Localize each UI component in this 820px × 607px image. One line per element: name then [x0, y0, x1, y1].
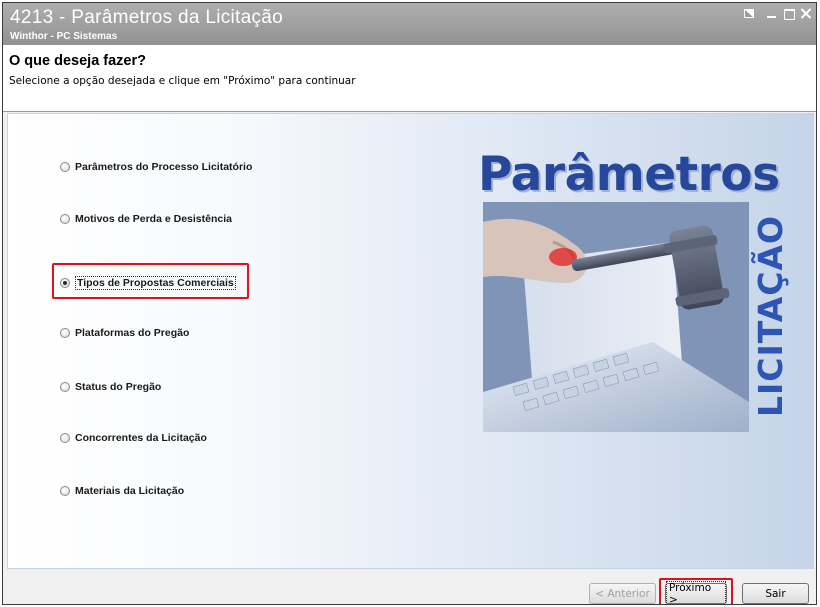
options-panel: Parâmetros do Processo Licitatório Motiv…	[7, 113, 814, 569]
page-title: O que deseja fazer?	[9, 53, 146, 69]
title-bar: 4213 - Parâmetros da Licitação Winthor -…	[3, 3, 816, 45]
radio-button[interactable]	[60, 328, 70, 338]
option-status-pregao[interactable]: Status do Pregão	[60, 378, 161, 396]
gavel-keyboard-image	[483, 202, 749, 432]
close-icon[interactable]	[798, 7, 814, 21]
window-title: 4213 - Parâmetros da Licitação	[10, 7, 284, 28]
next-button-label: Próximo >	[666, 580, 726, 604]
option-label: Parâmetros do Processo Licitatório	[75, 161, 253, 173]
wizard-header: O que deseja fazer? Selecione a opção de…	[3, 45, 816, 112]
option-label: Motivos de Perda e Desistência	[75, 213, 232, 225]
option-parametros-processo[interactable]: Parâmetros do Processo Licitatório	[60, 158, 252, 176]
restore-window-icon[interactable]	[742, 7, 758, 21]
option-tipos-propostas[interactable]: Tipos de Propostas Comerciais	[60, 274, 236, 292]
banner-vertical-text: LICITAÇÃO	[751, 214, 790, 418]
wizard-footer: < Anterior Próximo > Sair	[3, 570, 816, 604]
option-label: Status do Pregão	[75, 381, 162, 393]
option-motivos-perda[interactable]: Motivos de Perda e Desistência	[60, 210, 232, 228]
maximize-icon[interactable]	[782, 7, 798, 21]
radio-button-selected[interactable]	[60, 278, 70, 288]
option-concorrentes[interactable]: Concorrentes da Licitação	[60, 429, 207, 447]
next-button[interactable]: Próximo >	[665, 580, 727, 604]
radio-button[interactable]	[60, 162, 70, 172]
radio-button[interactable]	[60, 433, 70, 443]
instruction-text: Selecione a opção desejada e clique em "…	[9, 75, 356, 87]
wizard-window: 4213 - Parâmetros da Licitação Winthor -…	[2, 2, 817, 605]
radio-button[interactable]	[60, 382, 70, 392]
radio-button[interactable]	[60, 214, 70, 224]
option-label: Tipos de Propostas Comerciais	[75, 276, 236, 290]
window-subtitle: Winthor - PC Sistemas	[10, 31, 118, 42]
previous-button[interactable]: < Anterior	[589, 583, 656, 604]
radio-button[interactable]	[60, 486, 70, 496]
option-label: Concorrentes da Licitação	[75, 432, 207, 444]
minimize-icon[interactable]	[764, 7, 780, 21]
option-label: Materiais da Licitação	[75, 485, 185, 497]
banner-title: Parâmetros	[478, 147, 780, 202]
option-label: Plataformas do Pregão	[75, 327, 190, 339]
option-plataformas-pregao[interactable]: Plataformas do Pregão	[60, 324, 189, 342]
option-materiais[interactable]: Materiais da Licitação	[60, 482, 184, 500]
banner-illustration: Parâmetros LICITAÇÃO	[478, 147, 790, 436]
exit-button[interactable]: Sair	[742, 583, 809, 604]
